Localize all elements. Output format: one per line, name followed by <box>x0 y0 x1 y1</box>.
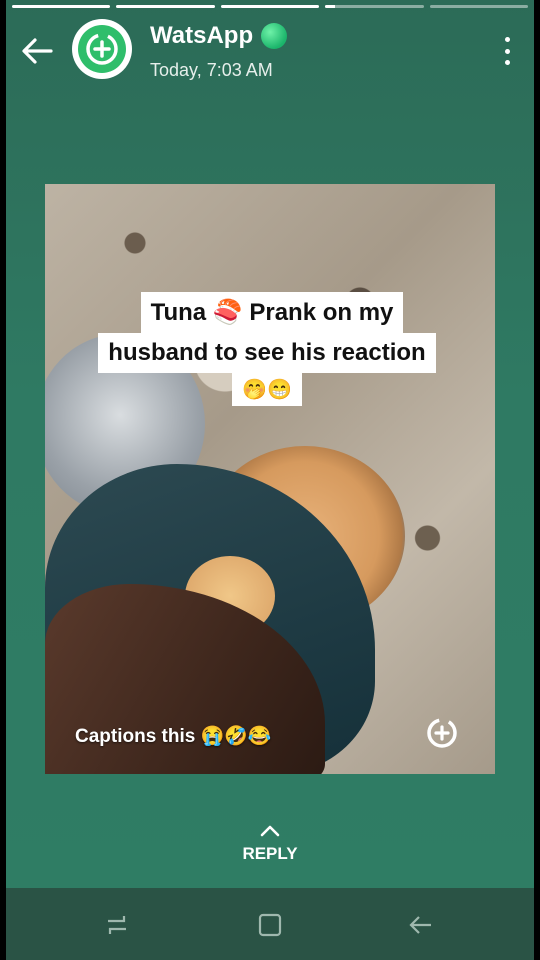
caption-line-1: Tuna 🍣 Prank on my <box>140 292 404 333</box>
status-viewer: WatsApp Today, 7:03 AM Tuna 🍣 Prank on m… <box>6 0 534 888</box>
avatar[interactable] <box>72 19 132 79</box>
arrow-left-icon <box>22 38 53 64</box>
status-add-icon <box>427 718 457 748</box>
more-options-button[interactable] <box>500 37 514 65</box>
recent-apps-icon <box>108 916 126 934</box>
system-back-button[interactable] <box>408 912 434 938</box>
reply-label: REPLY <box>242 844 298 863</box>
status-media[interactable]: Tuna 🍣 Prank on my husband to see his re… <box>45 184 495 774</box>
back-button[interactable] <box>20 36 54 66</box>
progress-segment <box>429 5 529 8</box>
video-caption: Tuna 🍣 Prank on my husband to see his re… <box>75 292 459 406</box>
progress-segment <box>12 5 111 8</box>
app-name: WatsApp <box>150 22 254 49</box>
status-timestamp: Today, 7:03 AM <box>150 60 273 80</box>
reply-button[interactable]: REPLY <box>6 824 534 864</box>
contact-title[interactable]: WatsApp <box>150 22 288 50</box>
more-vertical-icon-dot <box>504 48 510 54</box>
caption-line-2: husband to see his reaction <box>98 333 436 373</box>
progress-segment-current <box>325 5 424 8</box>
system-navigation-bar <box>6 888 534 960</box>
status-progress-bar <box>12 5 529 9</box>
home-icon <box>258 913 282 937</box>
home-button[interactable] <box>257 912 283 938</box>
add-status-button[interactable] <box>425 716 459 750</box>
recent-apps-button[interactable] <box>104 912 130 938</box>
status-add-icon <box>78 25 126 73</box>
progress-segment <box>220 5 320 8</box>
more-vertical-icon <box>504 37 510 42</box>
more-vertical-icon-dot <box>504 60 510 65</box>
progress-segment <box>116 5 215 8</box>
status-caption: Captions this 😭🤣😂 <box>75 726 272 747</box>
back-arrow-icon <box>409 916 431 934</box>
green-circle-icon <box>261 23 288 49</box>
caption-emoji: 🤭😁 <box>232 373 302 406</box>
chevron-up-icon <box>260 825 280 837</box>
